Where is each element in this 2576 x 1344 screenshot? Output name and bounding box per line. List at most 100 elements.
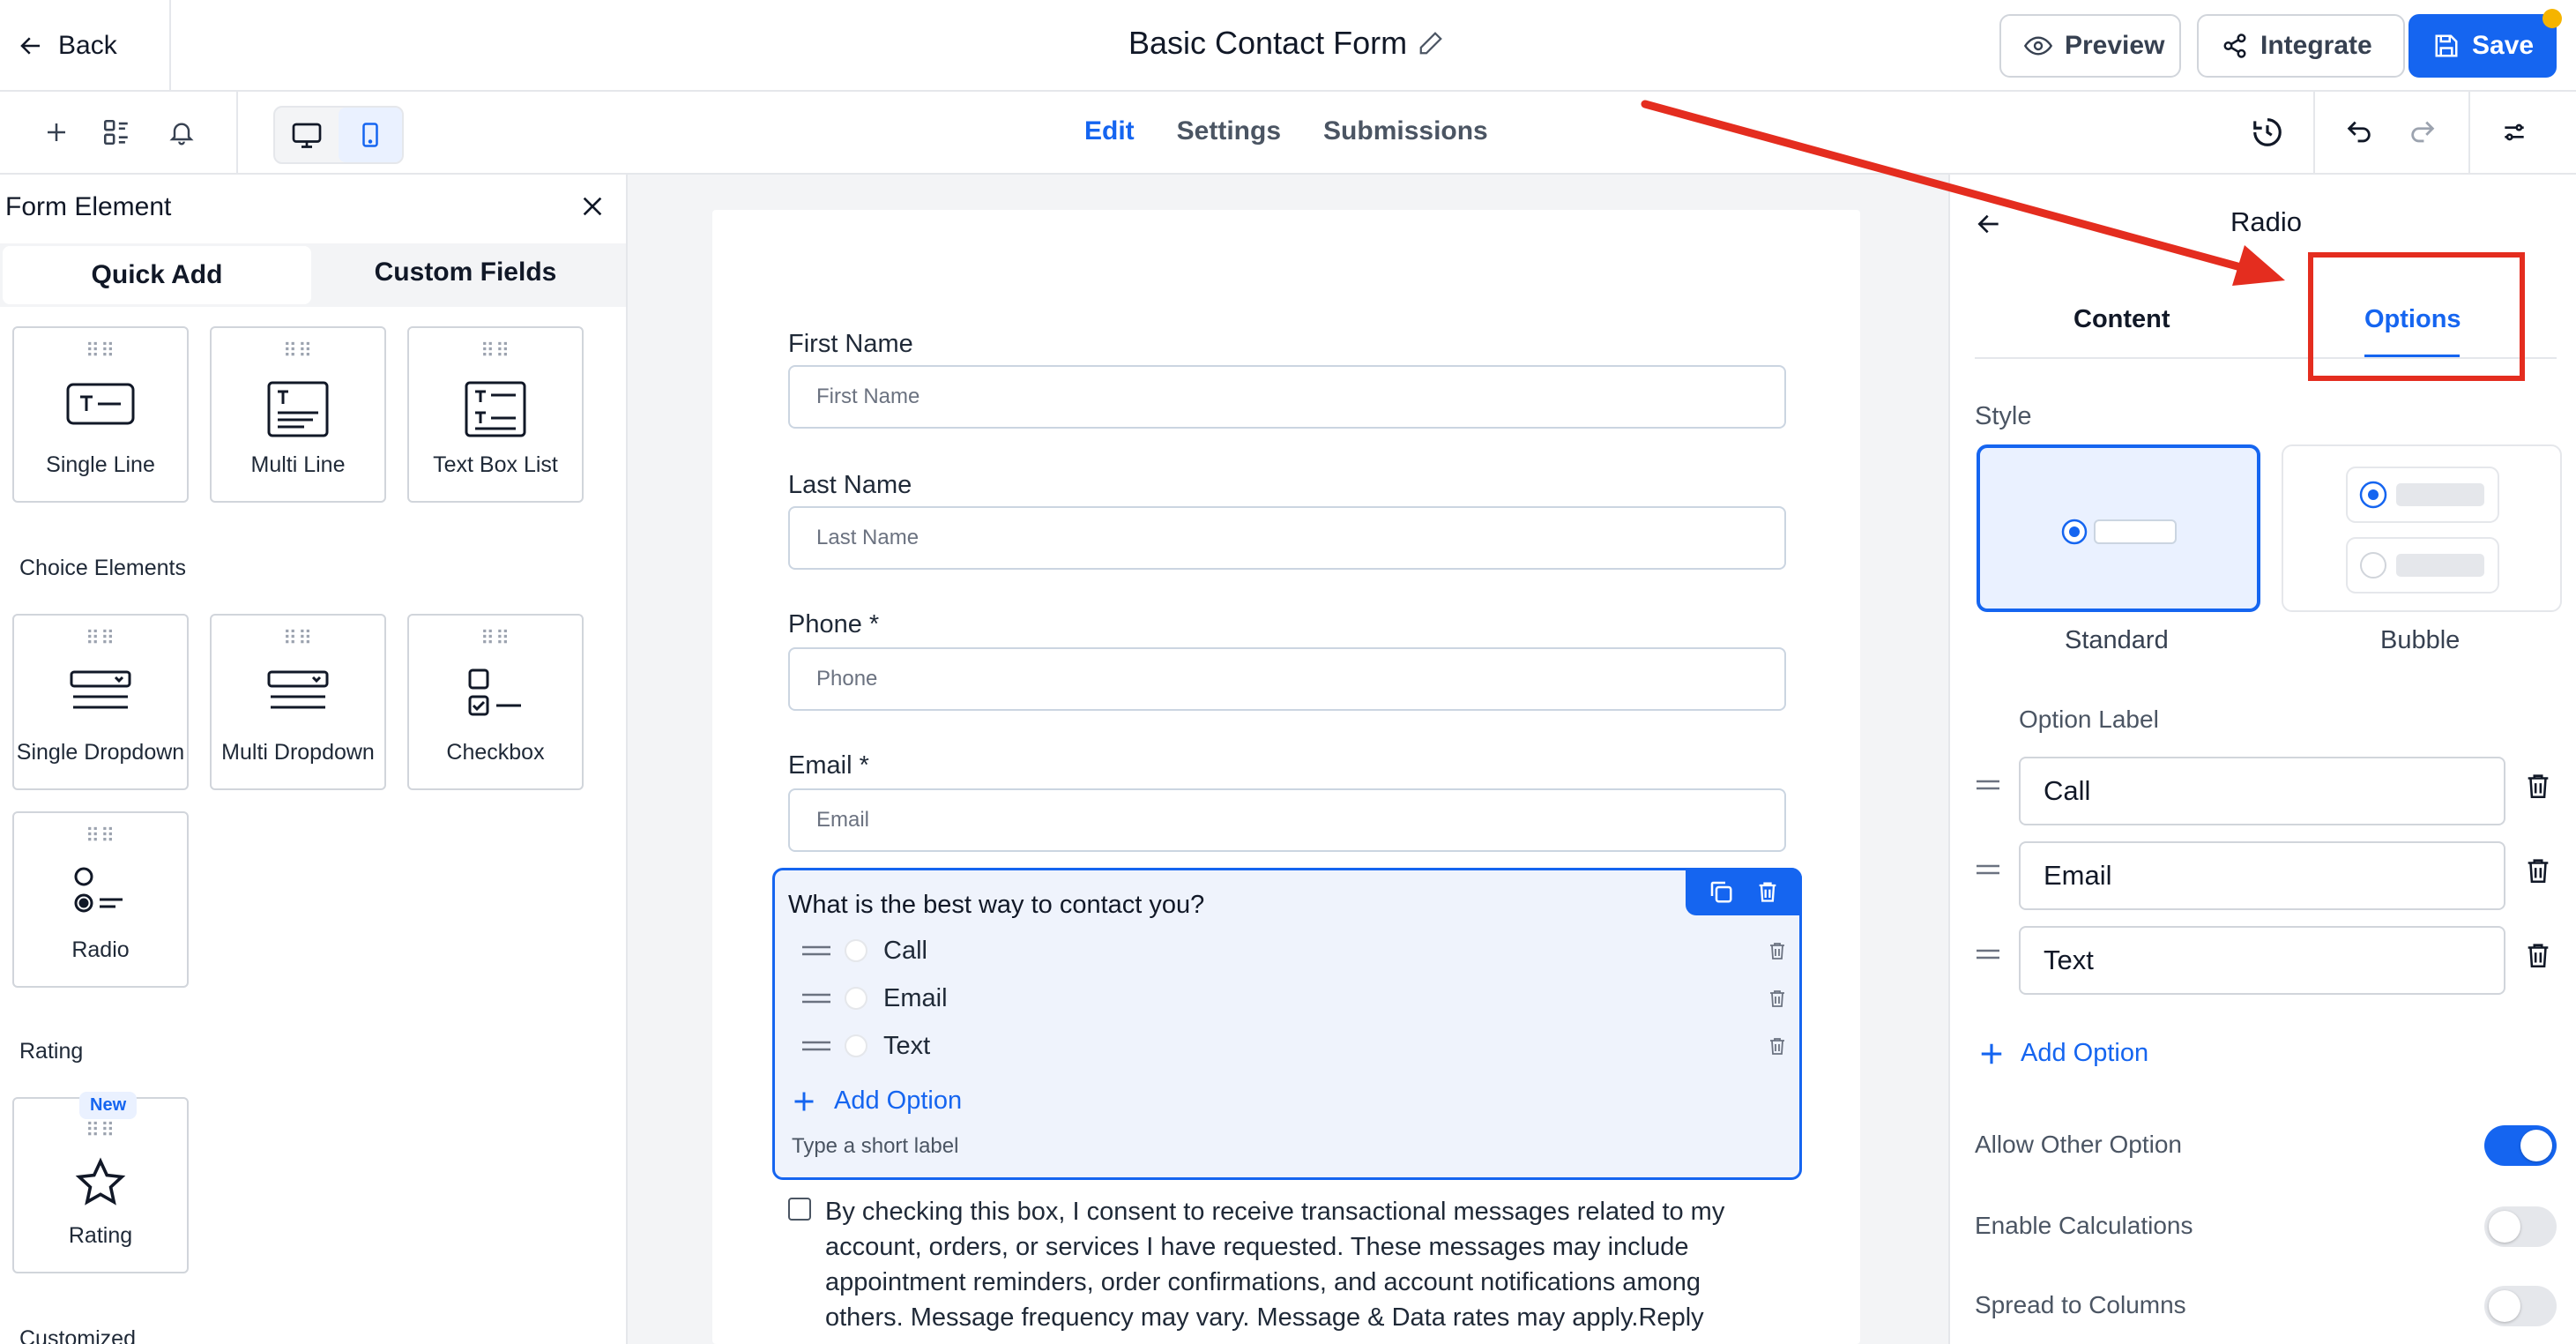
divider [236, 92, 238, 175]
consent-text: By checking this box, I consent to recei… [825, 1198, 1725, 1332]
mobile-view-button[interactable] [339, 108, 402, 162]
element-label: Radio [71, 937, 130, 962]
single-line-icon [14, 381, 187, 427]
bell-icon[interactable] [162, 113, 201, 152]
integrate-button[interactable]: Integrate [2197, 14, 2405, 78]
add-option-button[interactable]: Add Option [792, 1086, 962, 1116]
email-input[interactable]: Email [788, 788, 1786, 852]
element-card-single-line[interactable]: ⠿⠿ Single Line [12, 326, 189, 503]
drag-handle-icon[interactable] [1975, 776, 2001, 794]
spread-to-columns-toggle[interactable] [2484, 1286, 2557, 1326]
preview-button[interactable]: Preview [1999, 14, 2181, 78]
tab-custom-fields[interactable]: Custom Fields [311, 243, 620, 302]
add-icon[interactable] [37, 113, 76, 152]
undo-icon[interactable] [2340, 113, 2379, 152]
field-label-email: Email * [788, 751, 869, 780]
divider [169, 0, 171, 92]
duplicate-icon[interactable] [1708, 878, 1734, 905]
option-label-input[interactable]: Text [2019, 926, 2505, 995]
integrate-label: Integrate [2260, 31, 2372, 60]
option-label-input[interactable]: Call [2019, 757, 2505, 825]
trash-icon[interactable] [2523, 854, 2553, 887]
toggle-label-enable-calculations: Enable Calculations [1975, 1212, 2193, 1239]
tab-edit[interactable]: Edit [1084, 116, 1135, 146]
element-label: Multi Line [250, 452, 346, 477]
element-card-multi-dropdown[interactable]: ⠿⠿ Multi Dropdown [210, 614, 386, 790]
toggle-label-spread-columns: Spread to Columns [1975, 1291, 2186, 1318]
eye-icon [2024, 32, 2052, 60]
section-title-choice: Choice Elements [19, 556, 186, 580]
redo-icon[interactable] [2403, 113, 2442, 152]
last-name-input[interactable]: Last Name [788, 506, 1786, 570]
panel-tabs: Quick Add Custom Fields [0, 243, 626, 307]
element-card-checkbox[interactable]: ⠿⠿ Checkbox [407, 614, 584, 790]
add-option-label: Add Option [834, 1086, 963, 1115]
toggle-label-allow-other: Allow Other Option [1975, 1131, 2182, 1158]
trash-icon[interactable] [1767, 1034, 1788, 1058]
radio-option-label: Email [883, 983, 948, 1012]
element-card-single-dropdown[interactable]: ⠿⠿ Single Dropdown [12, 614, 189, 790]
save-button[interactable]: Save [2408, 9, 2562, 78]
close-icon[interactable] [578, 192, 607, 220]
phone-input[interactable]: Phone [788, 647, 1786, 711]
element-card-multi-line[interactable]: ⠿⠿ Multi Line [210, 326, 386, 503]
drag-handle-icon[interactable] [800, 1037, 832, 1055]
single-dropdown-icon [14, 668, 187, 713]
tab-content[interactable]: Content [2073, 305, 2170, 334]
element-card-text-box-list[interactable]: ⠿⠿ Text Box List [407, 326, 584, 503]
arrow-left-icon[interactable] [1975, 210, 2003, 238]
option-label-input[interactable]: Email [2019, 841, 2505, 910]
plus-icon [792, 1089, 816, 1114]
multi-dropdown-icon [212, 668, 384, 713]
element-label: Single Dropdown [16, 740, 185, 765]
drag-handle-icon[interactable] [1975, 945, 2001, 963]
radio-question: What is the best way to contact you? [788, 891, 1205, 919]
form-title[interactable]: Basic Contact Form [1128, 25, 1444, 62]
trash-icon[interactable] [2523, 769, 2553, 803]
trash-icon[interactable] [1767, 986, 1788, 1011]
trash-icon[interactable] [1755, 878, 1780, 905]
enable-calculations-toggle[interactable] [2484, 1206, 2557, 1247]
tab-submissions[interactable]: Submissions [1323, 116, 1488, 146]
divider [2313, 92, 2315, 175]
trash-icon[interactable] [2523, 938, 2553, 972]
radio-circle[interactable] [845, 1034, 867, 1057]
style-option-standard[interactable] [1977, 444, 2260, 612]
add-option-button[interactable]: Add Option [1978, 1039, 2148, 1068]
radio-option: Text [800, 1027, 1788, 1065]
drag-handle-icon: ⠿⠿ [85, 825, 116, 847]
tab-settings[interactable]: Settings [1177, 116, 1281, 146]
drag-handle-icon: ⠿⠿ [282, 627, 314, 649]
notification-dot [2542, 9, 2562, 28]
drag-handle-icon[interactable] [800, 942, 832, 959]
section-title-customized: Customized [19, 1326, 136, 1344]
new-badge: New [79, 1092, 138, 1119]
style-option-bubble[interactable] [2282, 444, 2562, 612]
allow-other-option-toggle[interactable] [2484, 1125, 2557, 1166]
element-label: Text Box List [433, 452, 558, 477]
pencil-icon[interactable] [1418, 30, 1444, 56]
share-icon [2222, 33, 2248, 59]
trash-icon[interactable] [1767, 938, 1788, 963]
drag-handle-icon[interactable] [800, 989, 832, 1007]
element-card-rating[interactable]: New ⠿⠿ Rating [12, 1092, 189, 1273]
consent-checkbox[interactable] [788, 1198, 811, 1221]
preview-label: Preview [2065, 31, 2165, 60]
radio-option-label: Call [883, 936, 927, 965]
element-card-radio[interactable]: ⠿⠿ Radio [12, 811, 189, 988]
bubble-radio-preview-icon [2346, 467, 2499, 594]
back-button[interactable]: Back [18, 21, 117, 71]
first-name-input[interactable]: First Name [788, 365, 1786, 429]
add-option-label: Add Option [2021, 1039, 2149, 1067]
back-label: Back [58, 31, 117, 60]
divider [2468, 92, 2470, 175]
history-icon[interactable] [2248, 113, 2287, 152]
settings-sliders-icon[interactable] [2495, 113, 2534, 152]
drag-handle-icon[interactable] [1975, 861, 2001, 878]
tab-quick-add[interactable]: Quick Add [3, 246, 311, 304]
radio-circle[interactable] [845, 939, 867, 962]
layers-icon[interactable] [97, 113, 136, 152]
radio-circle[interactable] [845, 987, 867, 1010]
field-actions [1686, 868, 1802, 915]
desktop-view-button[interactable] [275, 108, 339, 162]
